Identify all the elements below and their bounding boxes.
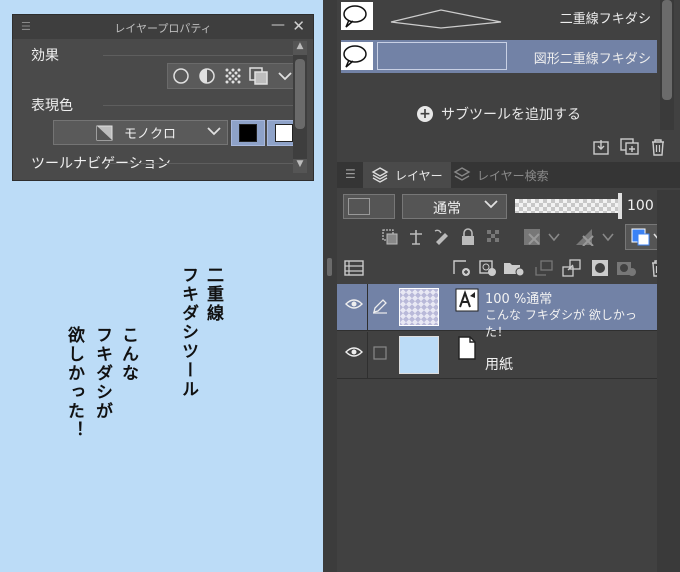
effect-toolbar xyxy=(167,63,299,89)
expression-color-label: 表現色 xyxy=(31,95,303,115)
layer-list-icon[interactable] xyxy=(343,257,365,279)
blend-mode-select[interactable]: 通常 xyxy=(402,194,507,219)
balloon-icon xyxy=(341,42,373,70)
divider-handle[interactable] xyxy=(327,258,332,276)
layer-tabbar: ☰ レイヤー レイヤー検索 xyxy=(337,162,680,188)
layer-row-balloon[interactable]: 100 %通常 こんな フキダシが 欲しかった！ xyxy=(337,284,657,339)
canvas-text-line-4: フキダシが xyxy=(92,326,112,421)
chevron-down-icon[interactable] xyxy=(543,226,565,248)
chevron-down-icon xyxy=(484,198,498,213)
transfer-down-icon[interactable] xyxy=(533,257,555,279)
chevron-down-icon[interactable] xyxy=(275,66,295,86)
subtool-scrollbar[interactable] xyxy=(660,0,674,130)
pencil-icon xyxy=(373,299,387,314)
layer-property-titlebar[interactable]: ☰ レイヤープロパティ — ✕ xyxy=(13,15,313,39)
double-line-preview xyxy=(390,9,502,29)
duplicate-subtool-icon[interactable] xyxy=(591,136,613,158)
subtool-item-shape-double-line[interactable]: 図形二重線フキダシ xyxy=(341,40,657,73)
add-subtool-label: サブツールを追加する xyxy=(441,107,581,123)
subtool-name: 二重線フキダシ xyxy=(559,12,651,27)
layer-property-panel: ☰ レイヤープロパティ — ✕ 効果 表現色 モノクロ ツールナビゲーション ▲… xyxy=(12,14,314,181)
ruler-icon[interactable] xyxy=(575,226,597,248)
opacity-slider-knob[interactable] xyxy=(618,193,622,219)
border-effect-icon[interactable] xyxy=(171,66,191,86)
layer-scrollbar[interactable] xyxy=(657,190,680,572)
apply-mask-icon[interactable] xyxy=(615,257,637,279)
canvas-text-line-3: こんな xyxy=(118,326,138,383)
tab-label: レイヤー xyxy=(395,168,443,183)
layer-color-icon[interactable] xyxy=(249,66,269,86)
layer-property-title: レイヤープロパティ xyxy=(114,22,212,35)
scroll-thumb[interactable] xyxy=(662,0,672,100)
reference-layer-icon[interactable] xyxy=(405,226,427,248)
blend-row: 通常 100 xyxy=(337,190,680,222)
tone-icon[interactable] xyxy=(223,66,243,86)
tab-layer[interactable]: レイヤー xyxy=(363,162,451,188)
balloon-icon xyxy=(341,2,373,30)
expression-color-select[interactable]: モノクロ xyxy=(53,120,228,145)
extract-line-icon[interactable] xyxy=(197,66,217,86)
new-vector-layer-icon[interactable] xyxy=(477,257,499,279)
layer-tools-row xyxy=(337,222,680,252)
mask-icon[interactable] xyxy=(523,226,545,248)
shape-preview xyxy=(377,42,507,70)
checkbox-icon[interactable] xyxy=(373,346,387,360)
scroll-thumb[interactable] xyxy=(295,59,305,129)
combine-down-icon[interactable] xyxy=(561,257,583,279)
add-subtool-button[interactable]: + サブツールを追加する xyxy=(417,104,581,124)
new-folder-icon[interactable] xyxy=(503,257,525,279)
paper-layer-icon xyxy=(455,336,479,360)
new-raster-layer-icon[interactable] xyxy=(451,257,473,279)
layer-edit-column[interactable] xyxy=(367,284,391,331)
black-swatch[interactable] xyxy=(231,120,265,146)
layer-blend-info: 100 %通常 xyxy=(485,292,553,307)
layer-search-icon xyxy=(453,167,471,181)
opacity-slider[interactable] xyxy=(515,199,621,213)
layer-thumbnail xyxy=(399,288,439,326)
canvas-text-line-5: 欲しかった！ xyxy=(64,326,84,440)
opacity-value[interactable]: 100 xyxy=(627,198,654,214)
panel-divider[interactable] xyxy=(323,0,337,572)
blend-mode-value: 通常 xyxy=(433,201,461,217)
swatch-square xyxy=(348,198,370,215)
chevron-down-icon[interactable] xyxy=(597,226,619,248)
right-panel: 二重線フキダシ 図形二重線フキダシ + サブツールを追加する ☰ レイヤー レイ… xyxy=(337,0,680,572)
effect-label: 効果 xyxy=(31,45,303,65)
copy-subtool-icon[interactable] xyxy=(619,136,641,158)
layer-command-row xyxy=(337,254,680,282)
tab-label: レイヤー検索 xyxy=(477,168,549,183)
draft-layer-icon[interactable] xyxy=(431,226,453,248)
expression-color-value: モノクロ xyxy=(124,127,177,142)
scroll-down-icon[interactable]: ▼ xyxy=(293,159,307,173)
create-mask-icon[interactable] xyxy=(589,257,611,279)
chevron-down-icon xyxy=(207,125,221,140)
minimize-button[interactable]: — xyxy=(271,17,285,33)
layer-name: 用紙 xyxy=(485,357,513,373)
lock-transparent-icon[interactable] xyxy=(483,226,505,248)
close-button[interactable]: ✕ xyxy=(292,17,305,35)
eye-icon[interactable] xyxy=(345,298,363,314)
subtool-name: 図形二重線フキダシ xyxy=(533,52,651,67)
clip-icon[interactable] xyxy=(379,226,401,248)
layer-thumbnail xyxy=(399,336,439,374)
layer-row-paper[interactable]: 用紙 xyxy=(337,332,657,379)
property-scrollbar[interactable]: ▲ ▼ xyxy=(293,41,307,173)
eye-icon[interactable] xyxy=(345,346,363,362)
layer-edit-column[interactable] xyxy=(367,332,391,379)
tab-layer-search[interactable]: レイヤー検索 xyxy=(445,162,557,188)
layer-color-swatch[interactable] xyxy=(343,194,395,219)
monochrome-icon xyxy=(96,125,113,141)
text-layer-icon xyxy=(455,288,479,312)
canvas-text-line-1: 二重線 xyxy=(203,266,223,323)
subtool-item-double-line[interactable]: 二重線フキダシ xyxy=(341,0,657,33)
plus-circle-icon: + xyxy=(417,106,433,122)
trash-icon[interactable] xyxy=(647,136,669,158)
layer-color-icon xyxy=(631,228,650,246)
canvas-text-line-2: フキダシツール xyxy=(178,266,198,399)
lock-icon[interactable] xyxy=(457,226,479,248)
layers-icon xyxy=(371,167,389,183)
scroll-up-icon[interactable]: ▲ xyxy=(293,41,307,55)
tool-navigation-label: ツールナビゲーション xyxy=(31,153,303,173)
grip-icon[interactable]: ☰ xyxy=(345,167,356,181)
